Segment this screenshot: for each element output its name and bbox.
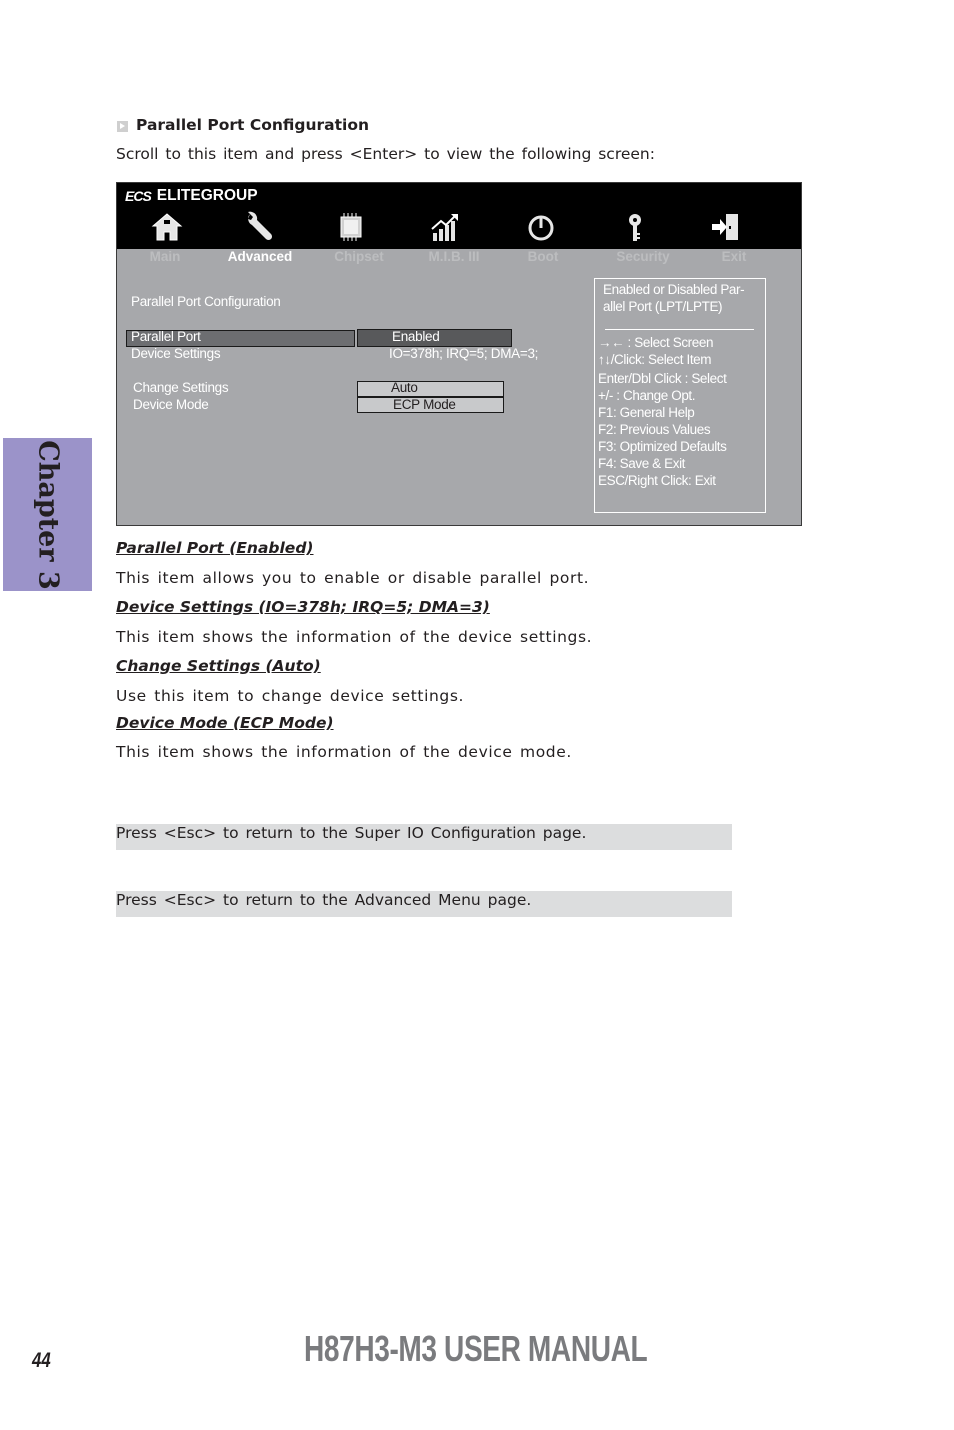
chart-growth-icon[interactable] xyxy=(427,209,463,245)
tab-main[interactable]: Main xyxy=(150,249,181,264)
tab-exit[interactable]: Exit xyxy=(722,249,747,264)
tab-security[interactable]: Security xyxy=(616,249,669,264)
change-settings-value-box[interactable] xyxy=(357,381,504,397)
ecs-logo: ECS xyxy=(125,188,152,204)
key-icon[interactable] xyxy=(617,209,653,245)
section-bullet-icon xyxy=(117,121,128,132)
help-panel: Enabled or Disabled Par- allel Port (LPT… xyxy=(594,278,766,513)
desc-heading-parallel-port: Parallel Port (Enabled) xyxy=(116,539,314,557)
help-description-line2: allel Port (LPT/LPTE) xyxy=(603,299,723,314)
manual-title: H87H3-M3 USER MANUAL xyxy=(304,1328,648,1369)
desc-text-device-mode: This item shows the information of the d… xyxy=(116,743,572,761)
desc-heading-device-settings: Device Settings (IO=378h; IRQ=5; DMA=3) xyxy=(116,598,490,616)
chapter-label: Chapter 3 xyxy=(32,439,63,590)
desc-text-parallel-port: This item allows you to enable or disabl… xyxy=(116,569,590,587)
help-key-f2: F2: Previous Values xyxy=(598,422,711,437)
bios-tab-bar: Main Advanced Chipset M.I.B. III Boot Se… xyxy=(117,249,801,267)
note-advanced-menu-text: Press <Esc> to return to the Advanced Me… xyxy=(116,891,532,909)
desc-heading-change-settings: Change Settings (Auto) xyxy=(116,657,321,675)
help-key-change-opt: +/- : Change Opt. xyxy=(598,388,696,403)
wrench-icon[interactable] xyxy=(242,209,278,245)
section-intro: Scroll to this item and press <Enter> to… xyxy=(116,145,655,163)
page-number: 44 xyxy=(32,1349,51,1372)
note-super-io-text: Press <Esc> to return to the Super IO Co… xyxy=(116,824,587,842)
device-settings-value: IO=378h; IRQ=5; DMA=3; xyxy=(389,346,539,361)
parallel-port-value[interactable]: Enabled xyxy=(392,329,440,344)
device-mode-label: Device Mode xyxy=(133,397,209,412)
desc-text-change-settings: Use this item to change device settings. xyxy=(116,687,465,705)
tab-mib[interactable]: M.I.B. III xyxy=(428,249,479,264)
bios-page-heading: Parallel Port Configuration xyxy=(131,294,281,309)
tab-chipset[interactable]: Chipset xyxy=(334,249,384,264)
help-key-select: Enter/Dbl Click : Select xyxy=(598,371,727,386)
exit-door-icon[interactable] xyxy=(708,209,744,245)
tab-boot[interactable]: Boot xyxy=(528,249,559,264)
change-settings-label[interactable]: Change Settings xyxy=(133,380,229,395)
home-icon[interactable] xyxy=(149,209,185,245)
power-icon[interactable] xyxy=(523,209,559,245)
help-key-f1: F1: General Help xyxy=(598,405,695,420)
tab-advanced[interactable]: Advanced xyxy=(228,249,293,264)
help-key-f3: F3: Optimized Defaults xyxy=(598,439,727,454)
help-key-esc: ESC/Right Click: Exit xyxy=(598,473,716,488)
chapter-tab: Chapter 3 xyxy=(3,438,92,591)
bios-header: ECS ELITEGROUP xyxy=(117,183,801,249)
brand: ECS ELITEGROUP xyxy=(125,187,258,205)
desc-heading-device-mode: Device Mode (ECP Mode) xyxy=(116,714,334,732)
desc-text-device-settings: This item shows the information of the d… xyxy=(116,628,593,646)
chip-icon[interactable] xyxy=(333,209,369,245)
device-settings-label: Device Settings xyxy=(131,346,221,361)
help-divider xyxy=(605,329,754,330)
change-settings-value[interactable]: Auto xyxy=(391,380,418,395)
note-super-io: Press <Esc> to return to the Super IO Co… xyxy=(116,824,732,850)
help-key-select-item: ↑↓/Click: Select Item xyxy=(598,352,712,367)
note-advanced-menu: Press <Esc> to return to the Advanced Me… xyxy=(116,891,732,917)
section-title: Parallel Port Configuration xyxy=(136,116,369,134)
parallel-port-label[interactable]: Parallel Port xyxy=(131,329,201,344)
help-key-f4: F4: Save & Exit xyxy=(598,456,686,471)
help-description-line1: Enabled or Disabled Par- xyxy=(603,282,745,297)
device-mode-value: ECP Mode xyxy=(393,397,456,412)
help-key-select-screen: →← : Select Screen xyxy=(598,335,714,350)
brand-name: ELITEGROUP xyxy=(156,187,258,204)
bios-screen: ECS ELITEGROUP Main Advanced Chipset M.I… xyxy=(116,182,802,526)
